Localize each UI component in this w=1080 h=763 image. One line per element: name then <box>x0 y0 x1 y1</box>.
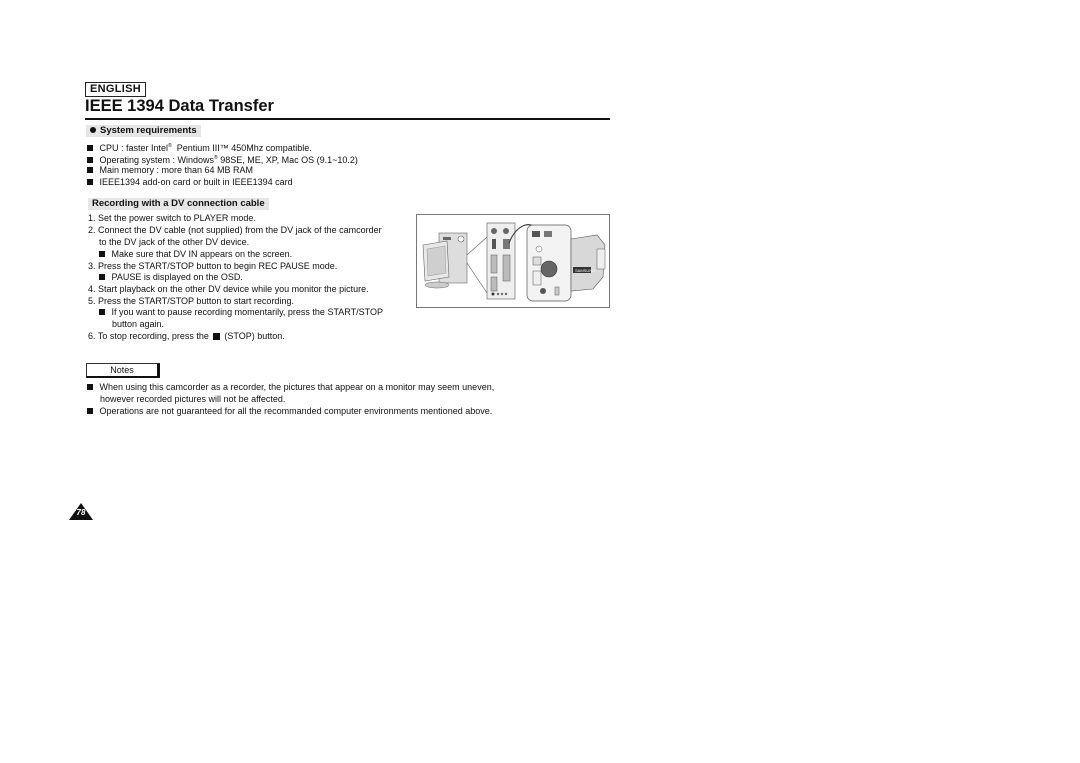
system-requirements-heading: System requirements <box>86 125 201 137</box>
note-item: When using this camcorder as a recorder,… <box>87 382 494 393</box>
page-number: 78 <box>76 508 86 517</box>
step-item-continued: to the DV jack of the other DV device. <box>99 237 250 247</box>
requirement-item: Main memory : more than 64 MB RAM <box>87 165 253 176</box>
title-divider <box>85 118 610 120</box>
step-note: Make sure that DV IN appears on the scre… <box>99 249 292 260</box>
step-item: 3. Press the START/STOP button to begin … <box>88 261 338 271</box>
notes-label: Notes <box>86 363 160 378</box>
square-bullet-icon <box>87 167 93 173</box>
step-note: If you want to pause recording momentari… <box>99 307 383 318</box>
square-bullet-icon <box>87 179 93 185</box>
step-item: 2. Connect the DV cable (not supplied) f… <box>88 225 382 235</box>
square-bullet-icon <box>99 251 105 257</box>
square-bullet-icon <box>87 408 93 414</box>
square-bullet-icon <box>99 309 105 315</box>
requirement-item: IEEE1394 add-on card or built in IEEE139… <box>87 177 293 188</box>
stop-icon <box>213 333 220 340</box>
square-bullet-icon <box>87 145 93 151</box>
step-note: PAUSE is displayed on the OSD. <box>99 272 243 283</box>
pc-camcorder-diagram: SAMSUNG <box>422 222 606 302</box>
bullet-dot-icon <box>90 127 96 133</box>
step-item: 4. Start playback on the other DV device… <box>88 284 369 294</box>
step-item: 1. Set the power switch to PLAYER mode. <box>88 213 256 223</box>
recording-heading: Recording with a DV connection cable <box>88 198 269 210</box>
step-note-continued: button again. <box>112 319 165 329</box>
svg-text:SAMSUNG: SAMSUNG <box>575 268 595 273</box>
square-bullet-icon <box>87 157 93 163</box>
page-title: IEEE 1394 Data Transfer <box>85 97 274 115</box>
square-bullet-icon <box>87 384 93 390</box>
step-item: 5. Press the START/STOP button to start … <box>88 296 294 306</box>
note-item: Operations are not guaranteed for all th… <box>87 406 492 417</box>
step-item: 6. To stop recording, press the (STOP) b… <box>88 331 285 341</box>
note-item-continued: however recorded pictures will not be af… <box>100 394 286 404</box>
connection-illustration: SAMSUNG <box>416 214 610 308</box>
square-bullet-icon <box>99 274 105 280</box>
language-label: ENGLISH <box>85 82 146 97</box>
